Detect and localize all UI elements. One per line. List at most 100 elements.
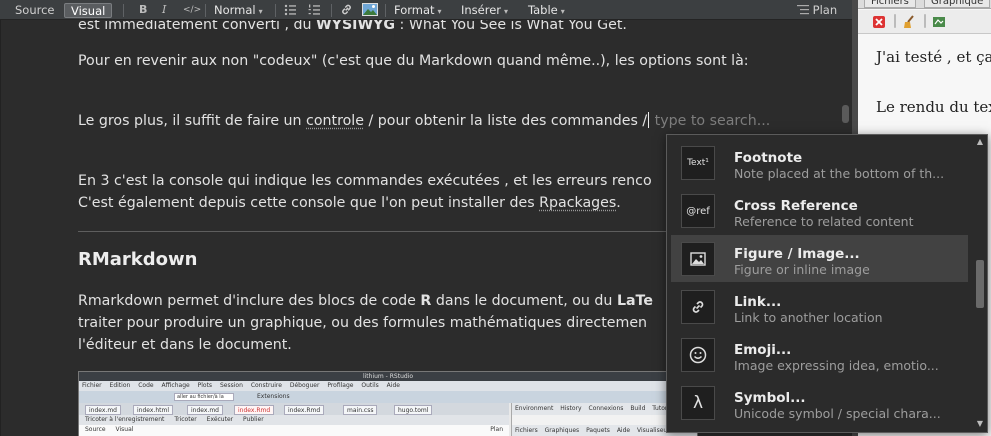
outline-button[interactable]: Plan [797,0,837,20]
popup-scrollbar-thumb[interactable] [976,260,984,308]
screenshot-knit: Tricoter [174,416,197,423]
screenshot-plan: Plan [490,426,503,433]
screenshot-address: aller au fichier/à la [174,393,234,401]
screenshot-run: Exécuter [206,416,234,423]
paragraph-text: est immédiatement converti , du [78,20,317,33]
numbered-list-icon [308,4,320,15]
bullet-list-icon [284,4,296,16]
screenshot-menu-item: Session [219,382,243,389]
toolbar-divider [275,4,276,17]
lambda-icon: λ [681,386,715,420]
bold-button[interactable]: B [139,0,147,20]
screenshot-menu-item: Edition [109,382,131,389]
broom-icon[interactable] [902,14,916,28]
screenshot-panel-tab: Graphiques [544,427,580,434]
embedded-rstudio-screenshot[interactable]: lithium - RStudio Fichier Edition Code A… [78,371,698,436]
viewer-pane-tabs: Fichiers Graphique [858,0,991,9]
screenshot-panel-tab: History [560,405,582,412]
bullet-list-button[interactable] [284,0,296,20]
link-controle[interactable]: controle [306,113,364,129]
paragraph-text: Rmarkdown permet d'inclure des blocs de … [78,293,421,309]
screenshot-panel-tab: Build [630,405,646,412]
screenshot-knit-on-save: Tricoter à l'enregistrement [85,416,165,423]
screenshot-publish: Publier [243,416,264,423]
command-item-link[interactable]: Link... Link to another location [671,283,968,330]
insert-command-popup[interactable]: Text¹ Footnote Note placed at the bottom… [666,134,988,433]
toolbar-divider [924,14,926,28]
screenshot-menu-item: Déboguer [289,382,320,389]
italic-button[interactable]: I [162,0,166,20]
screenshot-editor-tabs: Source Visual Plan [79,425,509,436]
command-item-cross-reference[interactable]: @ref Cross Reference Reference to relate… [671,187,968,234]
toolbar-divider [123,4,124,17]
numbered-list-button[interactable] [308,0,320,20]
screenshot-addins: Extensions [257,393,290,400]
screenshot-window-title: lithium - RStudio [79,372,697,381]
screenshot-panel-tab: Aide [616,427,631,434]
screenshot-menu-item: Code [138,382,154,389]
command-item-figure-image[interactable]: Figure / Image... Figure or inline image [671,235,968,282]
tab-graphiques[interactable]: Graphique [924,0,991,8]
visual-mode-tab[interactable]: Visual [64,3,113,18]
tab-fichiers[interactable]: Fichiers [864,0,916,8]
screenshot-menu-item: Plots [197,382,213,389]
chevron-down-icon: ▾ [560,7,565,16]
table-menu[interactable]: Table ▾ [528,0,565,20]
screenshot-source-tab: Source [85,426,106,433]
screenshot-source-bar: Tricoter à l'enregistrement Tricoter Exé… [79,415,509,425]
chevron-down-icon: ▾ [437,7,442,16]
screenshot-tab: index.html [133,405,173,415]
command-item-footnote[interactable]: Text¹ Footnote Note placed at the bottom… [671,139,968,186]
editor-scrollbar-thumb[interactable] [842,105,849,123]
insert-image-button[interactable] [362,0,378,20]
editor-toolbar: Source Visual B I </> Normal ▾ Format ▾ In… [0,0,852,20]
bold-text: WYSIWYG [316,20,396,33]
command-item-symbol[interactable]: λ Symbol... Unicode symbol / special cha… [671,379,968,426]
command-item-emoji[interactable]: Emoji... Image expressing idea, emotio..… [671,331,968,378]
paragraph-text: dans le document, ou du [431,293,617,309]
table-menu-label: Table [528,3,558,17]
chevron-down-icon: ▾ [258,7,263,16]
toolbar-divider [205,4,206,17]
insert-link-button[interactable] [340,0,353,20]
remove-icon[interactable] [872,14,886,28]
screenshot-menubar: Fichier Edition Code Affichage Plots Ses… [79,381,697,391]
link-rpackages[interactable]: Rpackages [539,195,616,211]
cross-reference-icon: @ref [681,194,715,228]
paragraph-text: : What You See is What You Get. [395,20,627,33]
source-mode-tab[interactable]: Source [9,0,61,20]
chevron-down-icon: ▾ [504,7,509,16]
command-description: Link to another location [734,310,883,325]
format-select[interactable]: Normal ▾ [214,0,263,20]
format-menu[interactable]: Format ▾ [394,0,442,20]
command-title: Figure / Image... [734,246,860,262]
paragraph-text: / pour obtenir la liste des commandes / [363,113,648,129]
scroll-up-icon[interactable]: ▲ [975,137,985,147]
screenshot-menu-item: Affichage [161,382,190,389]
viewer-toolbar [858,10,991,34]
text-cursor [648,112,650,128]
popup-scrollbar[interactable]: ▲ ▼ [973,135,987,432]
toolbar-divider [385,4,386,17]
paragraph-text: . [616,195,621,211]
command-description: Reference to related content [734,214,914,229]
outline-icon [797,5,809,15]
screenshot-panel-tab: Visualiseur [637,427,670,434]
command-title: Emoji... [734,342,792,358]
refresh-icon[interactable] [932,14,946,28]
insert-menu[interactable]: Insérer ▾ [461,0,508,20]
screenshot-toolbar: aller au fichier/à la Extensions [79,391,697,403]
code-button[interactable]: </> [183,0,201,20]
scroll-down-icon[interactable]: ▼ [975,419,985,429]
screenshot-menu-item: Construire [250,382,282,389]
paragraph-slash-command: Le gros plus, il suffit de faire un cont… [78,110,778,132]
rendered-line: J'ai testé , et ça [876,48,991,66]
command-description: Image expressing idea, emotio... [734,358,939,373]
screenshot-tabs: index.md index.html index.md index.Rmd i… [79,403,509,415]
bold-text: LaTe [616,293,653,309]
cross-reference-icon-text: @ref [686,205,710,217]
paragraph-text: C'est également depuis cette console que… [78,195,540,211]
screenshot-tab: index.Rmd [284,405,325,415]
screenshot-tab: index.Rmd [234,405,275,415]
lambda-icon-text: λ [692,393,704,413]
